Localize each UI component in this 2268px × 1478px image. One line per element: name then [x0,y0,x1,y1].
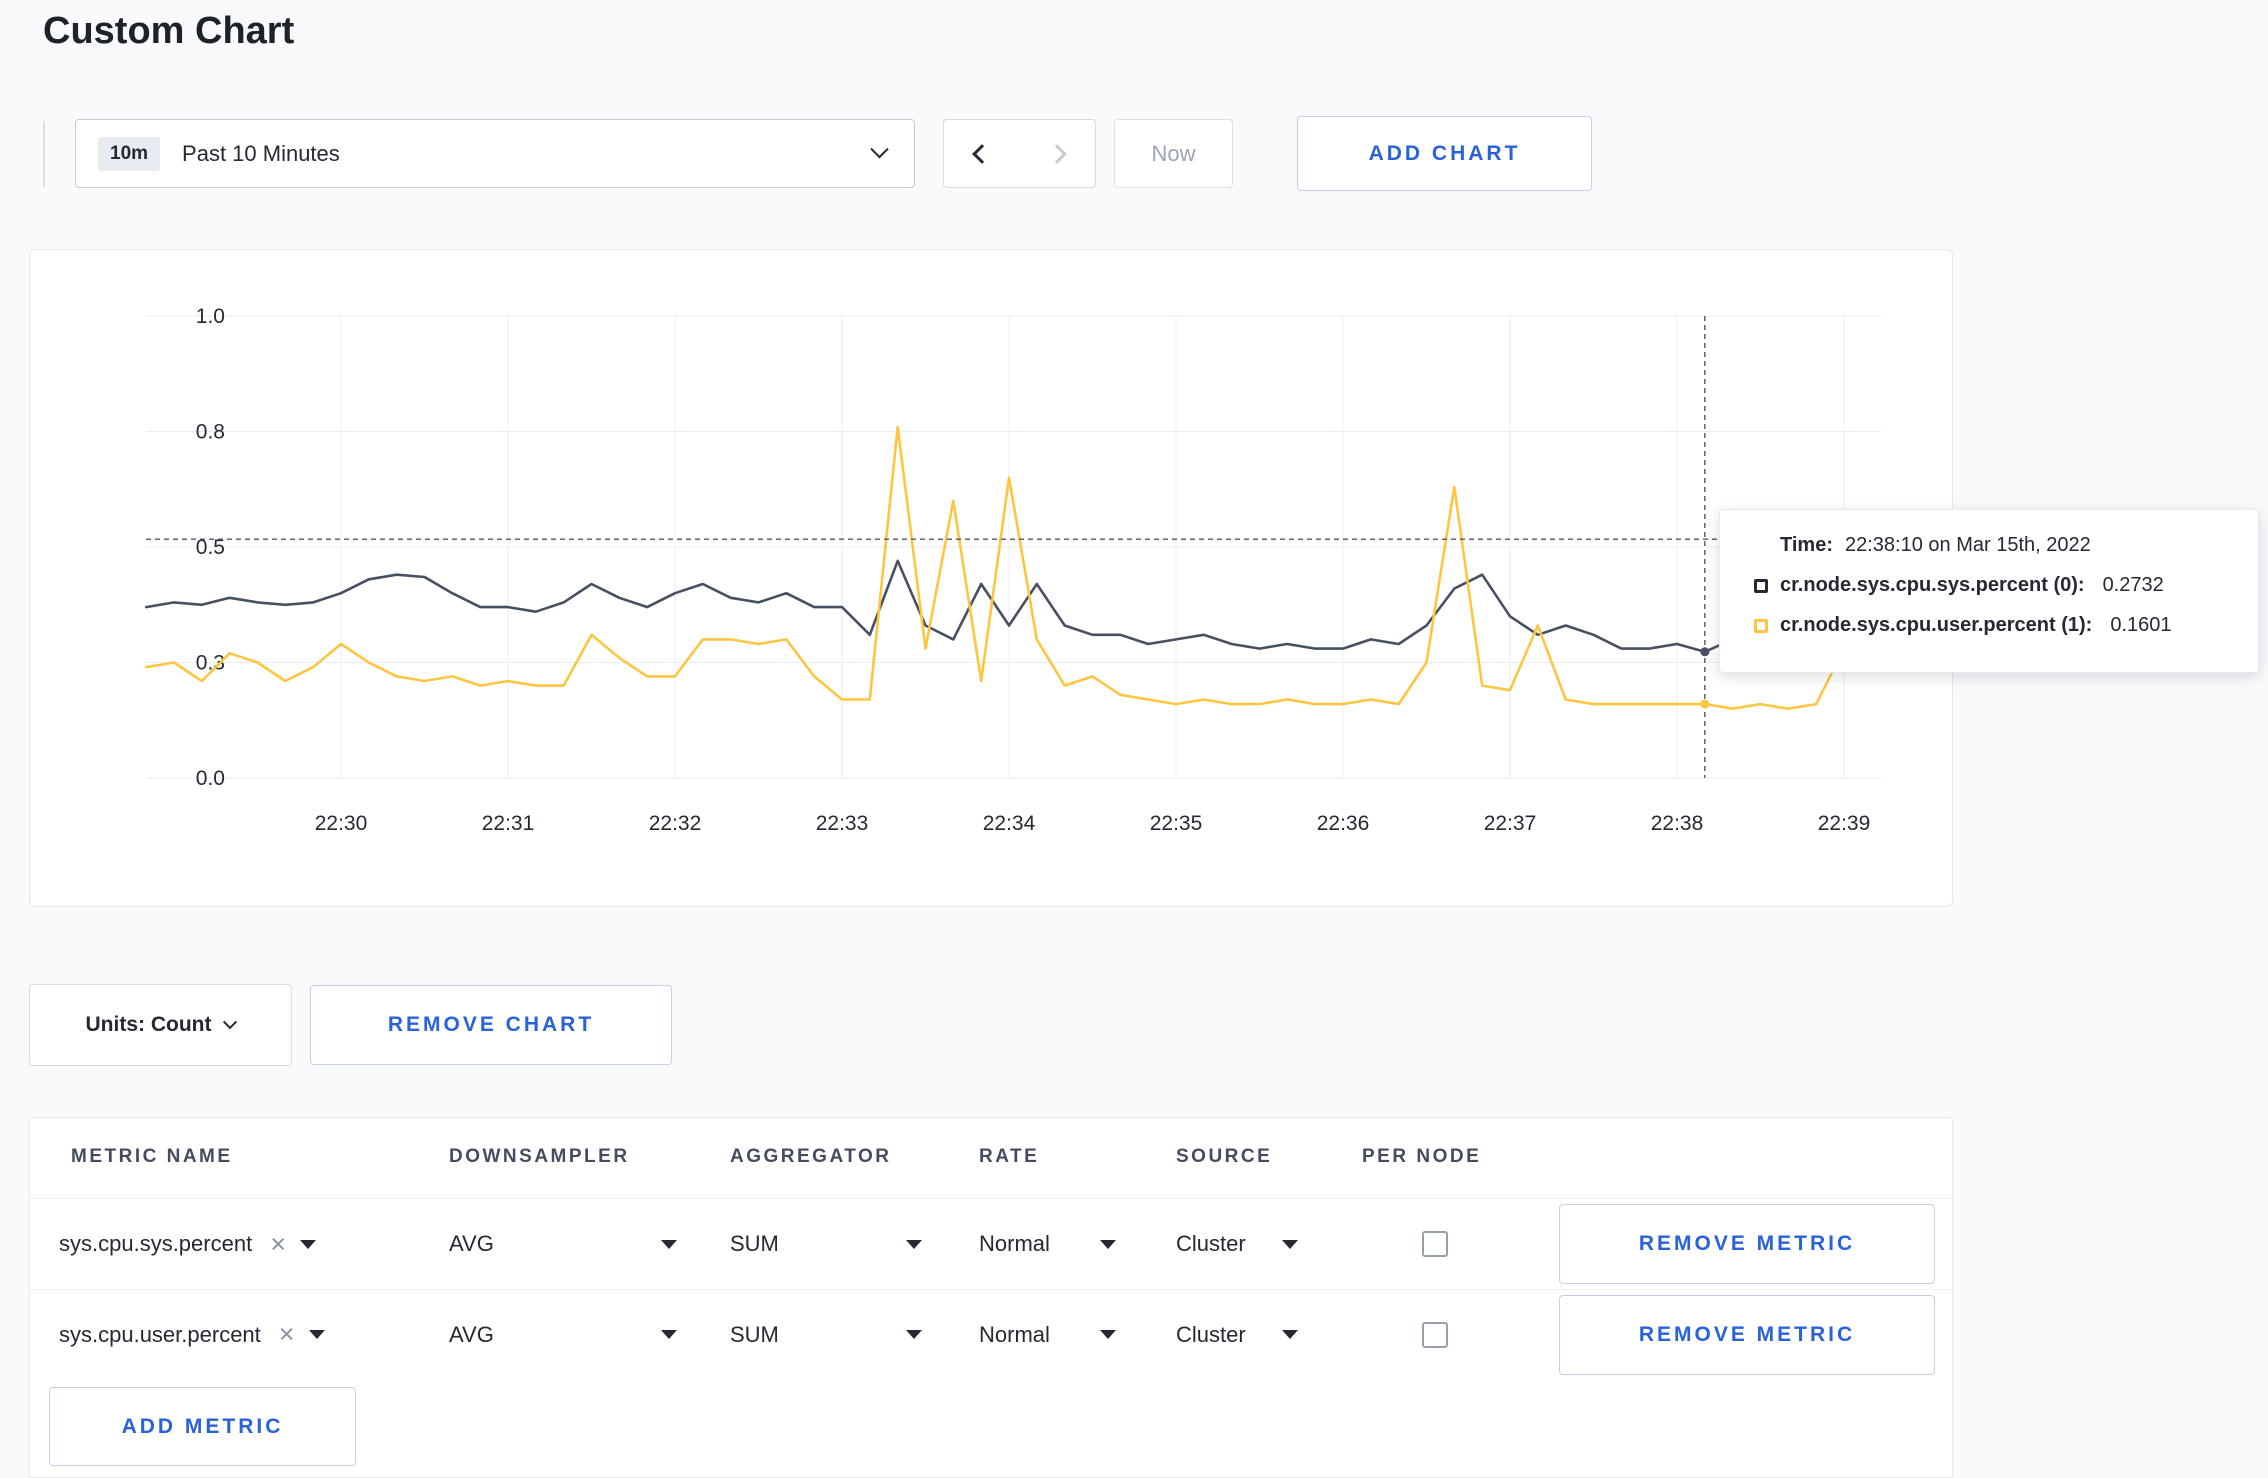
metrics-table: METRIC NAME DOWNSAMPLER AGGREGATOR RATE … [29,1117,1953,1478]
svg-text:22:31: 22:31 [482,812,535,835]
per-node-cell [1422,1199,1448,1289]
units-label: Units: Count [85,1013,212,1036]
chevron-left-icon [971,143,992,164]
caret-down-icon [308,1330,325,1339]
col-header-metric-name: METRIC NAME [71,1146,233,1167]
svg-text:22:33: 22:33 [816,812,869,835]
aggregator-select[interactable]: SUM [730,1199,922,1289]
source-select[interactable]: Cluster [1176,1199,1298,1289]
table-row: sys.cpu.sys.percent × AVG SUM Normal Clu… [30,1199,1952,1289]
metric-name-value: sys.cpu.sys.percent [59,1231,253,1256]
caret-down-icon [1100,1239,1116,1249]
svg-text:22:35: 22:35 [1150,812,1203,835]
time-window-label: Past 10 Minutes [182,140,340,166]
metric-name-value: sys.cpu.user.percent [59,1321,261,1347]
custom-chart-plot[interactable]: 0.00.30.50.81.022:30 22:31 22:32 22:33 22:34… [30,250,1954,908]
col-header-rate: RATE [979,1146,1040,1167]
per-node-cell [1422,1290,1448,1379]
tooltip-time-value: 22:38:10 on Mar 15th, 2022 [1844,534,2091,556]
caret-down-icon [1100,1330,1116,1339]
chevron-down-icon [223,1015,238,1030]
tooltip-time-label: Time: [1780,534,1833,556]
svg-text:22:36: 22:36 [1317,812,1370,835]
downsampler-value: AVG [449,1231,494,1256]
svg-text:22:32: 22:32 [649,812,702,835]
source-value: Cluster [1176,1231,1246,1256]
per-node-checkbox[interactable] [1422,1321,1448,1348]
svg-text:22:34: 22:34 [983,812,1036,835]
caret-down-icon [299,1239,316,1249]
rate-select[interactable]: Normal [979,1290,1116,1379]
svg-text:22:39: 22:39 [1818,812,1871,835]
tooltip-series-label: cr.node.sys.cpu.user.percent (1): [1780,614,2093,636]
col-header-source: SOURCE [1176,1146,1273,1167]
svg-text:1.0: 1.0 [196,305,225,328]
col-header-per-node: PER NODE [1362,1146,1482,1167]
aggregator-select[interactable]: SUM [730,1290,922,1379]
tooltip-series-value: 0.1601 [2110,614,2172,636]
remove-chart-button[interactable]: REMOVE CHART [310,985,672,1065]
time-window-badge: 10m [98,136,161,171]
caret-down-icon [906,1330,922,1339]
add-metric-button[interactable]: ADD METRIC [49,1387,356,1466]
rate-select[interactable]: Normal [979,1199,1116,1289]
clear-icon[interactable]: × [270,1230,286,1258]
metric-name-select[interactable]: sys.cpu.user.percent × [59,1290,325,1379]
units-select[interactable]: Units: Count [29,984,292,1066]
table-row: sys.cpu.user.percent × AVG SUM Normal Cl… [30,1289,1952,1379]
page-title: Custom Chart [43,10,295,52]
svg-text:0.0: 0.0 [196,767,225,790]
downsampler-select[interactable]: AVG [449,1290,677,1379]
svg-text:22:38: 22:38 [1651,812,1704,835]
source-value: Cluster [1176,1321,1246,1347]
aggregator-value: SUM [730,1231,779,1256]
chevron-right-icon [1047,143,1067,164]
chevron-down-icon [870,140,889,159]
tooltip-series-label: cr.node.sys.cpu.sys.percent (0): [1780,574,2085,596]
tooltip-series-value: 0.2732 [2102,574,2164,596]
add-chart-button[interactable]: ADD CHART [1297,116,1592,191]
chart-tooltip: Time: 22:38:10 on Mar 15th, 2022 cr.node… [1719,509,2259,673]
svg-text:0.8: 0.8 [196,421,225,444]
caret-down-icon [1282,1239,1298,1249]
caret-down-icon [661,1330,677,1339]
svg-text:22:30: 22:30 [315,812,368,835]
remove-metric-button[interactable]: REMOVE METRIC [1559,1295,1935,1375]
chart-panel: 0.0 0.3 0.5 0.8 1.0 22:30 22:31 22:32 22:33 22:34… [29,249,1953,907]
caret-down-icon [1282,1330,1298,1339]
caret-down-icon [906,1239,922,1249]
svg-text:22:37: 22:37 [1484,812,1537,835]
series-sys-swatch-icon [1754,578,1768,593]
col-header-downsampler: DOWNSAMPLER [449,1146,630,1167]
toolbar-divider [43,121,45,187]
remove-metric-button[interactable]: REMOVE METRIC [1559,1204,1935,1284]
downsampler-value: AVG [449,1321,494,1347]
next-time-button[interactable] [1019,119,1096,188]
now-button[interactable]: Now [1114,119,1233,188]
rate-value: Normal [979,1231,1050,1256]
table-header-row: METRIC NAME DOWNSAMPLER AGGREGATOR RATE … [30,1118,1952,1199]
prev-time-button[interactable] [943,119,1020,188]
time-window-select[interactable]: 10m Past 10 Minutes [75,119,915,188]
clear-icon[interactable]: × [279,1321,295,1348]
caret-down-icon [661,1239,677,1249]
col-header-aggregator: AGGREGATOR [730,1146,892,1167]
series-user-swatch-icon [1754,618,1768,633]
source-select[interactable]: Cluster [1176,1290,1298,1379]
aggregator-value: SUM [730,1321,779,1347]
downsampler-select[interactable]: AVG [449,1199,677,1289]
metric-name-select[interactable]: sys.cpu.sys.percent × [59,1199,316,1289]
rate-value: Normal [979,1321,1050,1347]
per-node-checkbox[interactable] [1422,1231,1448,1257]
